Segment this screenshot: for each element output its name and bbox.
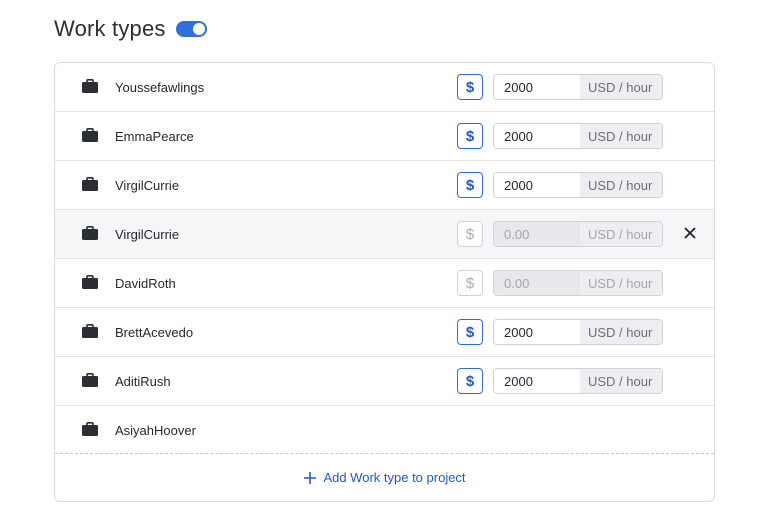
work-type-name: EmmaPearce <box>115 128 194 144</box>
billable-toggle-button[interactable]: $ <box>457 270 483 296</box>
rate-input[interactable] <box>494 369 580 393</box>
billable-toggle-button[interactable]: $ <box>457 123 483 149</box>
rate-field: USD / hour <box>493 74 663 100</box>
billable-toggle-button[interactable]: $ <box>457 172 483 198</box>
section-header: Work types <box>54 14 207 44</box>
dollar-icon: $ <box>465 323 475 341</box>
billable-toggle-button[interactable]: $ <box>457 74 483 100</box>
briefcase-icon <box>82 79 98 93</box>
work-type-name: VirgilCurrie <box>115 177 180 193</box>
work-type-name: BrettAcevedo <box>115 324 194 340</box>
rate-input[interactable] <box>494 271 580 295</box>
add-work-type-label: Add Work type to project <box>323 470 466 485</box>
billable-toggle-button[interactable]: $ <box>457 368 483 394</box>
work-type-name: AditiRush <box>115 373 171 389</box>
briefcase-icon <box>82 422 98 436</box>
work-type-name: AsiyahHoover <box>115 423 196 438</box>
briefcase-icon <box>82 177 98 191</box>
rate-input[interactable] <box>494 222 580 246</box>
rate-input[interactable] <box>494 75 580 99</box>
rate-input[interactable] <box>494 124 580 148</box>
rate-field: USD / hour <box>493 221 663 247</box>
rows-container: Youssefawlings $ USD / hour EmmaPearce $… <box>55 63 714 455</box>
rate-input[interactable] <box>494 320 580 344</box>
rate-field: USD / hour <box>493 368 663 394</box>
rate-unit: USD / hour <box>580 173 662 197</box>
billable-toggle-button[interactable]: $ <box>457 319 483 345</box>
briefcase-icon <box>82 275 98 289</box>
rate-unit: USD / hour <box>580 75 662 99</box>
dollar-icon: $ <box>465 372 475 390</box>
plus-icon <box>304 471 317 484</box>
rate-unit: USD / hour <box>580 369 662 393</box>
dollar-icon: $ <box>465 127 475 145</box>
rate-field: USD / hour <box>493 172 663 198</box>
briefcase-icon <box>82 128 98 142</box>
briefcase-icon <box>82 324 98 338</box>
briefcase-icon <box>82 373 98 387</box>
rate-unit: USD / hour <box>580 320 662 344</box>
rate-unit: USD / hour <box>580 271 662 295</box>
rate-unit: USD / hour <box>580 222 662 246</box>
work-types-toggle[interactable] <box>175 21 207 37</box>
rate-field: USD / hour <box>493 319 663 345</box>
dollar-icon: $ <box>465 176 475 194</box>
billable-toggle-button[interactable]: $ <box>457 221 483 247</box>
table-row: AsiyahHoover <box>55 406 714 455</box>
close-icon[interactable] <box>682 225 698 241</box>
rate-input[interactable] <box>494 173 580 197</box>
table-row: Youssefawlings $ USD / hour <box>55 63 714 112</box>
rate-unit: USD / hour <box>580 124 662 148</box>
dollar-icon: $ <box>465 274 475 292</box>
table-row: DavidRoth $ USD / hour <box>55 259 714 308</box>
page-title: Work types <box>54 16 166 41</box>
dollar-icon: $ <box>465 225 475 243</box>
rate-field: USD / hour <box>493 123 663 149</box>
work-type-name: Youssefawlings <box>115 79 205 95</box>
work-types-list: Youssefawlings $ USD / hour EmmaPearce $… <box>54 62 715 502</box>
table-row: VirgilCurrie $ USD / hour <box>55 210 714 259</box>
table-row: BrettAcevedo $ USD / hour <box>55 308 714 357</box>
work-type-name: DavidRoth <box>115 275 176 291</box>
toggle-knob <box>192 23 205 35</box>
table-row: EmmaPearce $ USD / hour <box>55 112 714 161</box>
add-work-type-button[interactable]: Add Work type to project <box>55 453 714 501</box>
work-type-name: VirgilCurrie <box>115 226 180 242</box>
table-row: VirgilCurrie $ USD / hour <box>55 161 714 210</box>
dollar-icon: $ <box>465 78 475 96</box>
briefcase-icon <box>82 226 98 240</box>
table-row: AditiRush $ USD / hour <box>55 357 714 406</box>
rate-field: USD / hour <box>493 270 663 296</box>
